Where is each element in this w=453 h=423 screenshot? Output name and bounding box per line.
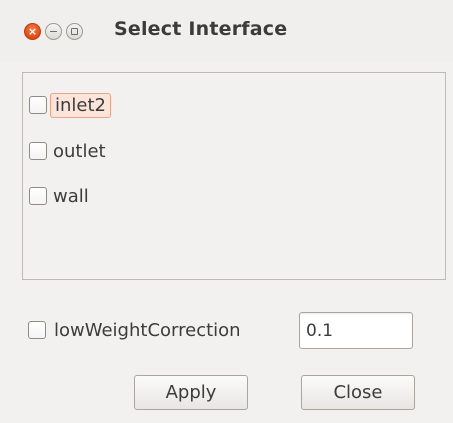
minimize-icon[interactable] xyxy=(45,23,62,40)
minimize-bar xyxy=(50,30,57,33)
low-weight-correction-option[interactable]: lowWeightCorrection xyxy=(28,316,241,344)
outlet-checkbox[interactable] xyxy=(29,142,47,160)
interface-list-group: inlet2 outlet wall xyxy=(22,72,446,280)
interface-item-wall[interactable]: wall xyxy=(29,182,89,210)
outlet-label[interactable]: outlet xyxy=(53,141,106,162)
close-button[interactable]: Close xyxy=(301,375,415,410)
low-weight-correction-value-field[interactable] xyxy=(299,312,413,349)
low-weight-correction-label[interactable]: lowWeightCorrection xyxy=(54,320,241,341)
close-glyph: × xyxy=(27,25,38,38)
inlet2-checkbox[interactable] xyxy=(29,96,47,114)
select-interface-dialog: × Select Interface inlet2 outlet wall lo… xyxy=(0,0,453,423)
wall-label[interactable]: wall xyxy=(53,186,89,207)
title-bar: × Select Interface xyxy=(0,0,453,62)
maximize-icon[interactable] xyxy=(66,23,83,40)
interface-item-outlet[interactable]: outlet xyxy=(29,137,106,165)
interface-item-inlet2[interactable]: inlet2 xyxy=(29,91,111,119)
maximize-square xyxy=(71,28,78,35)
wall-checkbox[interactable] xyxy=(29,187,47,205)
window-title: Select Interface xyxy=(114,18,288,40)
close-icon[interactable]: × xyxy=(24,23,41,40)
apply-button[interactable]: Apply xyxy=(134,375,248,410)
low-weight-correction-checkbox[interactable] xyxy=(28,321,46,339)
inlet2-label[interactable]: inlet2 xyxy=(50,92,111,118)
